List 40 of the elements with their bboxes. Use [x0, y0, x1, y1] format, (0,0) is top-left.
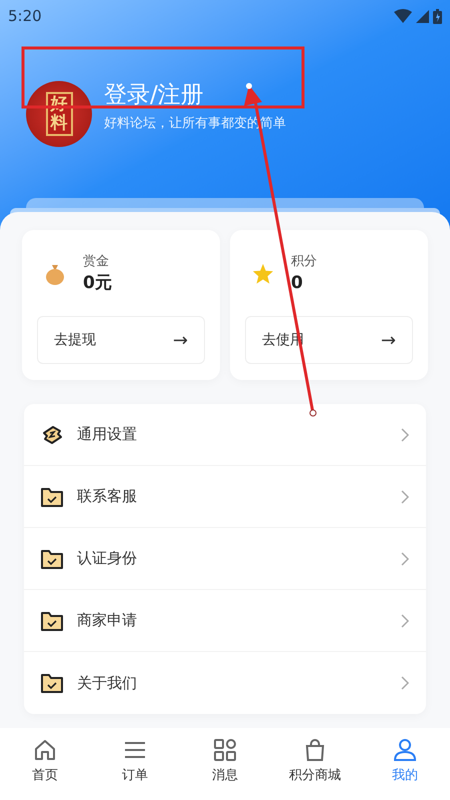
bag-icon — [303, 738, 327, 762]
folder-check-icon — [41, 548, 63, 568]
tab-item[interactable]: 消息 — [190, 738, 260, 786]
status-time: 5:20 — [8, 6, 42, 27]
tab-item[interactable]: 我的 — [370, 738, 440, 786]
chevron-icon — [401, 552, 409, 566]
menu-item[interactable]: 认证身份 — [24, 528, 426, 590]
stat-value: 0 — [291, 272, 304, 295]
stat-label: 赏金 — [83, 252, 110, 270]
tab-item[interactable]: 首页 — [10, 738, 80, 786]
menu-label: 认证身份 — [77, 548, 138, 570]
folder-check-icon — [41, 673, 63, 693]
folder-check-icon — [41, 610, 63, 630]
menu-item[interactable]: 关于我们 — [24, 652, 426, 714]
grid-icon — [213, 738, 237, 762]
menu-item[interactable]: 联系客服 — [24, 466, 426, 528]
menu-item[interactable]: 商家申请 — [24, 590, 426, 652]
person-icon — [393, 738, 417, 762]
menu-label: 通用设置 — [77, 424, 138, 446]
action-button[interactable]: 去提现 → — [37, 316, 205, 364]
wifi-icon — [394, 9, 412, 23]
chevron-icon — [401, 490, 409, 504]
menu-label: 联系客服 — [77, 486, 138, 508]
tab-item[interactable]: 订单 — [100, 738, 170, 786]
battery-icon — [433, 8, 442, 24]
money-bag-icon — [45, 263, 65, 285]
tab-item[interactable]: 积分商城 — [280, 738, 350, 786]
menu-label: 商家申请 — [77, 610, 138, 632]
menu-label: 关于我们 — [77, 672, 138, 694]
ticket-icon — [41, 424, 63, 444]
menu-item[interactable]: 通用设置 — [24, 404, 426, 466]
star-icon — [252, 263, 274, 285]
folder-check-icon — [41, 486, 63, 506]
stat-label: 积分 — [291, 252, 317, 270]
stat-value: 0元 — [83, 272, 112, 295]
home-icon — [33, 738, 57, 762]
chevron-icon — [401, 614, 409, 628]
signal-icon — [416, 10, 429, 22]
chevron-icon — [401, 428, 409, 442]
chevron-icon — [401, 676, 409, 690]
